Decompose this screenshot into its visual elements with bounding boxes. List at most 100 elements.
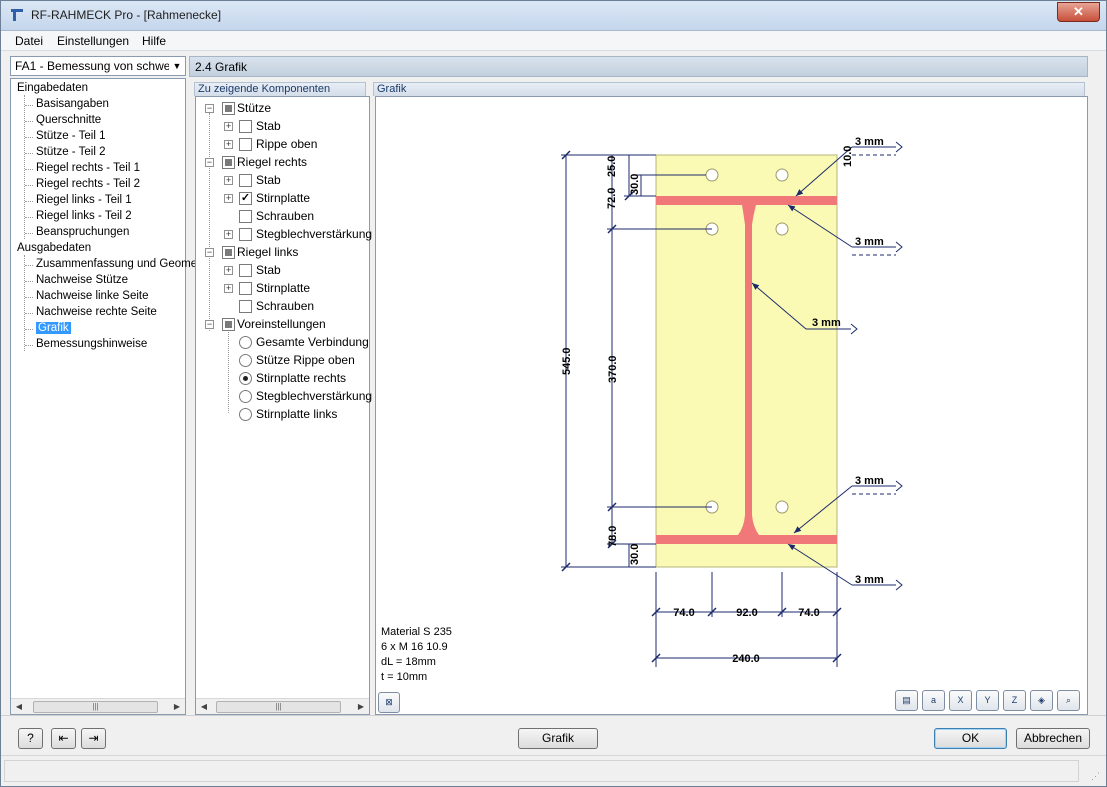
end-plate-drawing: 3 mm 3 mm 3 mm 3 mm 3 mm 10.0 25.0 72.0 … bbox=[561, 136, 903, 667]
expand-icon[interactable]: + bbox=[224, 194, 233, 203]
nav-item-nachweise-rechts[interactable]: Nachweise rechte Seite bbox=[36, 306, 157, 318]
stuetze-checkbox[interactable] bbox=[222, 102, 235, 115]
rr-stab-label: Stab bbox=[256, 173, 281, 187]
print-icon[interactable]: ▤ bbox=[895, 690, 918, 711]
stuetze-stab-checkbox[interactable] bbox=[239, 120, 252, 133]
nav-item-riegel-links-2[interactable]: Riegel links - Teil 2 bbox=[36, 210, 132, 222]
scroll-right-icon[interactable]: ▶ bbox=[353, 699, 369, 715]
expand-icon[interactable]: + bbox=[224, 230, 233, 239]
rl-stirnplatte-label: Stirnplatte bbox=[256, 281, 311, 295]
top-flange bbox=[656, 196, 837, 205]
preset-radio-stirnplatte-links[interactable] bbox=[239, 408, 252, 421]
expand-icon[interactable]: + bbox=[224, 122, 233, 131]
riegel-links-checkbox[interactable] bbox=[222, 246, 235, 259]
nav-item-riegel-rechts-1[interactable]: Riegel rechts - Teil 1 bbox=[36, 162, 140, 174]
scroll-left-icon[interactable]: ◀ bbox=[11, 699, 27, 715]
collapse-icon[interactable]: − bbox=[205, 248, 214, 257]
dim-78: 78.0 bbox=[607, 526, 619, 547]
cancel-button[interactable]: Abbrechen bbox=[1016, 728, 1090, 749]
preset-steg-label: Stegblechverstärkung bbox=[256, 389, 373, 403]
rr-stirnplatte-checkbox[interactable]: ✓ bbox=[239, 192, 252, 205]
riegel-rechts-label: Riegel rechts bbox=[237, 155, 308, 169]
iso-view-icon[interactable]: ◈ bbox=[1030, 690, 1053, 711]
components-tree: − Stütze + Stab + Rippe oben − Riegel re… bbox=[195, 96, 373, 715]
reset-view-icon[interactable]: ⊠ bbox=[378, 692, 400, 713]
nav-item-grafik[interactable]: Grafik bbox=[36, 322, 71, 334]
dim-30-bottom: 30.0 bbox=[629, 544, 641, 565]
app-window: RF-RAHMECK Pro - [Rahmenecke] ✕ Datei Ei… bbox=[0, 0, 1107, 787]
nav-root-input[interactable]: Eingabedaten bbox=[17, 82, 88, 94]
expand-icon[interactable]: + bbox=[224, 176, 233, 185]
graphic-canvas[interactable]: 3 mm 3 mm 3 mm 3 mm 3 mm 10.0 25.0 72.0 … bbox=[375, 96, 1088, 715]
rl-stab-label: Stab bbox=[256, 263, 281, 277]
grafik-button[interactable]: Grafik bbox=[518, 728, 598, 749]
preset-radio-stirnplatte-rechts[interactable] bbox=[239, 372, 252, 385]
view-z-icon[interactable]: Z bbox=[1003, 690, 1026, 711]
nav-item-bemessungshinweise[interactable]: Bemessungshinweise bbox=[36, 338, 147, 350]
dim-width-74-right: 74.0 bbox=[798, 607, 819, 619]
menu-datei[interactable]: Datei bbox=[15, 34, 43, 48]
case-select-value: FA1 - Bemessung von schwerer bbox=[15, 59, 186, 73]
nav-item-beanspruchungen[interactable]: Beanspruchungen bbox=[36, 226, 129, 238]
bottom-bar: ? ⇤ ⇥ Grafik OK Abbrechen bbox=[1, 715, 1106, 755]
scroll-thumb[interactable]: ||| bbox=[33, 701, 158, 713]
rr-schrauben-checkbox[interactable] bbox=[239, 210, 252, 223]
menu-hilfe[interactable]: Hilfe bbox=[142, 34, 166, 48]
nav-hscrollbar[interactable]: ◀ ||| ▶ bbox=[11, 698, 185, 714]
voreinstellungen-checkbox[interactable] bbox=[222, 318, 235, 331]
expand-icon[interactable]: + bbox=[224, 266, 233, 275]
scroll-right-icon[interactable]: ▶ bbox=[169, 699, 185, 715]
help-icon[interactable]: ? bbox=[18, 728, 43, 749]
nav-item-riegel-rechts-2[interactable]: Riegel rechts - Teil 2 bbox=[36, 178, 140, 190]
dim-370: 370.0 bbox=[607, 355, 619, 383]
graphic-tab bbox=[373, 82, 1085, 96]
expand-icon[interactable]: + bbox=[224, 284, 233, 293]
rl-stab-checkbox[interactable] bbox=[239, 264, 252, 277]
rl-stirnplatte-checkbox[interactable] bbox=[239, 282, 252, 295]
resize-grip-icon[interactable]: ⋰ bbox=[1091, 771, 1103, 783]
scroll-left-icon[interactable]: ◀ bbox=[196, 699, 212, 715]
riegel-links-label: Riegel links bbox=[237, 245, 299, 259]
case-select[interactable]: FA1 - Bemessung von schwerer ▼ bbox=[10, 56, 186, 76]
chevron-down-icon[interactable]: ▼ bbox=[169, 57, 185, 75]
rl-schrauben-checkbox[interactable] bbox=[239, 300, 252, 313]
view-x-icon[interactable]: X bbox=[949, 690, 972, 711]
nav-item-nachweise-links[interactable]: Nachweise linke Seite bbox=[36, 290, 149, 302]
nav-item-riegel-links-1[interactable]: Riegel links - Teil 1 bbox=[36, 194, 132, 206]
export-icon[interactable]: ⇤ bbox=[51, 728, 76, 749]
collapse-icon[interactable]: − bbox=[205, 104, 214, 113]
riegel-rechts-checkbox[interactable] bbox=[222, 156, 235, 169]
dimension-icon[interactable]: a bbox=[922, 690, 945, 711]
nav-item-querschnitte[interactable]: Querschnitte bbox=[36, 114, 101, 126]
status-cell bbox=[4, 760, 1079, 782]
menu-einstellungen[interactable]: Einstellungen bbox=[57, 34, 129, 48]
nav-item-basisangaben[interactable]: Basisangaben bbox=[36, 98, 109, 110]
collapse-icon[interactable]: − bbox=[205, 158, 214, 167]
close-button[interactable]: ✕ bbox=[1057, 2, 1100, 22]
collapse-icon[interactable]: − bbox=[205, 320, 214, 329]
dim-72: 72.0 bbox=[606, 188, 618, 209]
nav-item-stuetze-2[interactable]: Stütze - Teil 2 bbox=[36, 146, 105, 158]
preset-radio-gesamt[interactable] bbox=[239, 336, 252, 349]
dim-total-height: 545.0 bbox=[561, 347, 573, 375]
preset-radio-rippe[interactable] bbox=[239, 354, 252, 367]
scroll-thumb[interactable]: ||| bbox=[216, 701, 341, 713]
dim-width-total: 240.0 bbox=[732, 653, 760, 665]
expand-icon[interactable]: + bbox=[224, 140, 233, 149]
ok-button[interactable]: OK bbox=[934, 728, 1007, 749]
rr-steg-checkbox[interactable] bbox=[239, 228, 252, 241]
dim-25: 25.0 bbox=[606, 156, 618, 177]
nav-item-nachweise-stuetze[interactable]: Nachweise Stütze bbox=[36, 274, 128, 286]
nav-item-zusammenfassung[interactable]: Zusammenfassung und Geome bbox=[36, 258, 197, 270]
preset-stirnplatte-links-label: Stirnplatte links bbox=[256, 407, 338, 421]
rr-stab-checkbox[interactable] bbox=[239, 174, 252, 187]
components-hscrollbar[interactable]: ◀ ||| ▶ bbox=[196, 698, 369, 714]
nav-item-stuetze-1[interactable]: Stütze - Teil 1 bbox=[36, 130, 105, 142]
import-icon[interactable]: ⇥ bbox=[81, 728, 106, 749]
material-line-2: 6 x M 16 10.9 bbox=[381, 641, 448, 653]
view-y-icon[interactable]: Y bbox=[976, 690, 999, 711]
zoom-icon[interactable]: ⌕ bbox=[1057, 690, 1080, 711]
stuetze-rippe-checkbox[interactable] bbox=[239, 138, 252, 151]
nav-root-output[interactable]: Ausgabedaten bbox=[17, 242, 91, 254]
preset-radio-steg[interactable] bbox=[239, 390, 252, 403]
